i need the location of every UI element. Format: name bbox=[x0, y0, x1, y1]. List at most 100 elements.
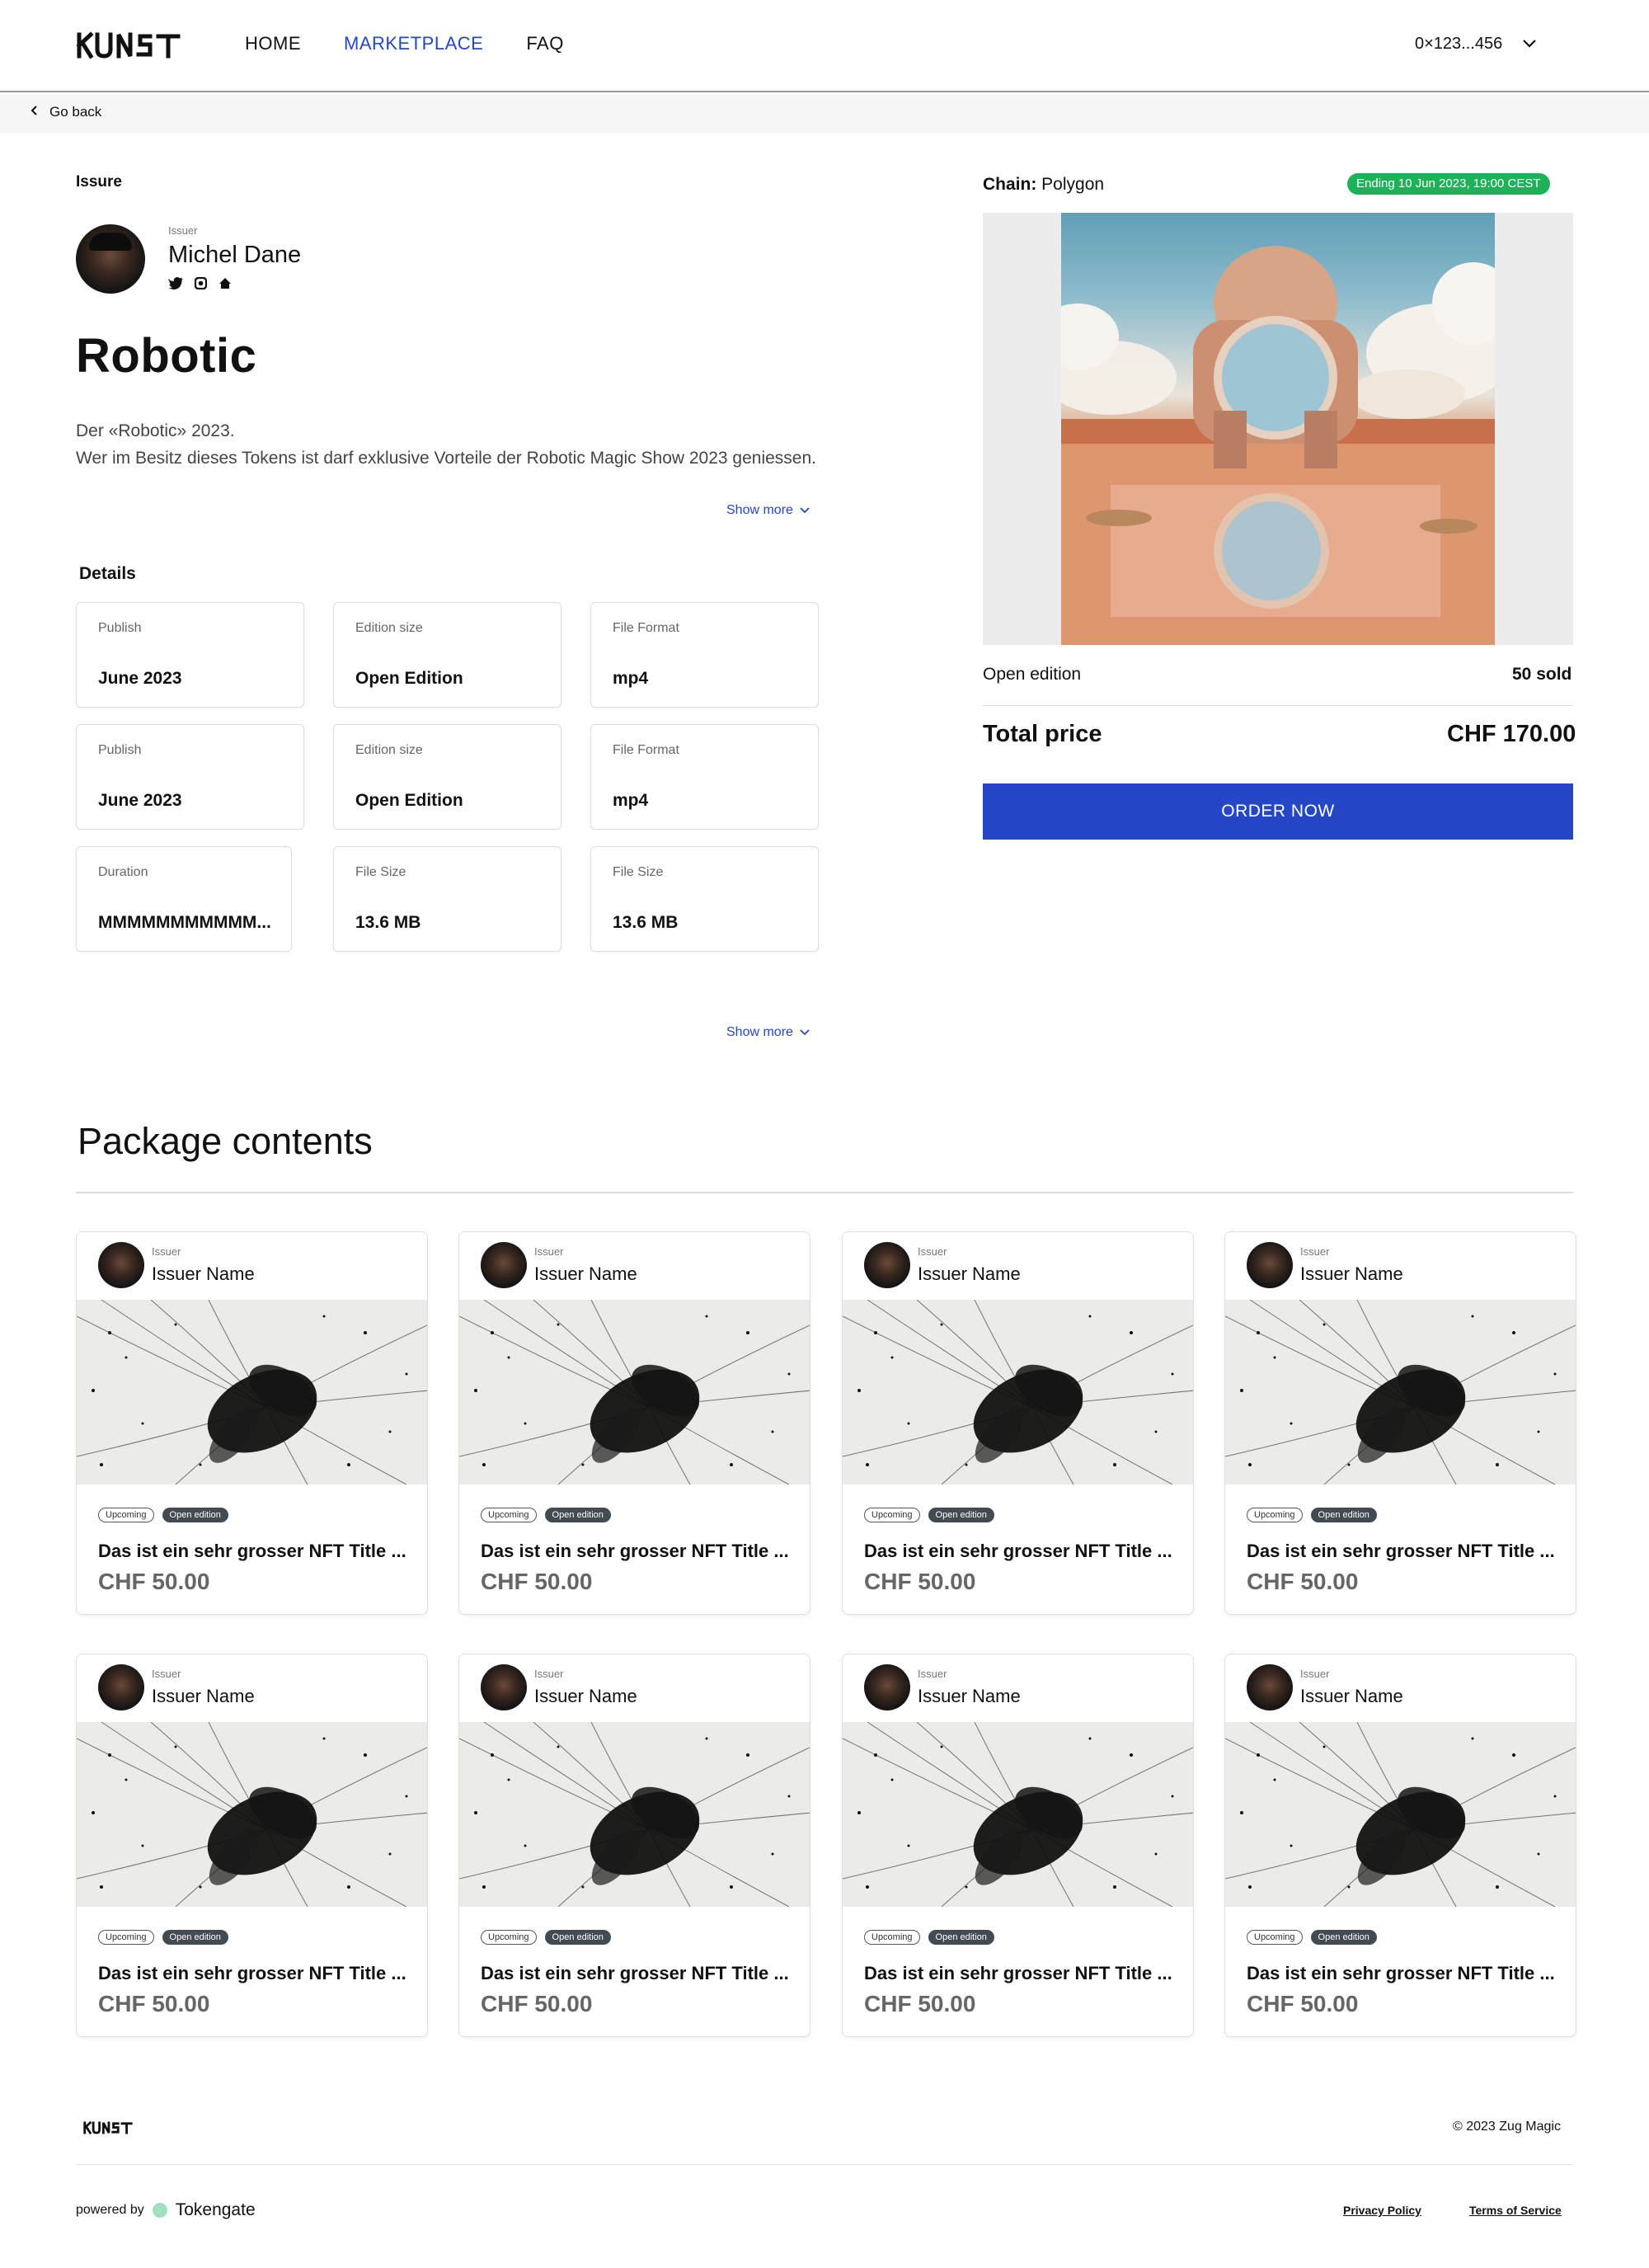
detail-card: File Format mp4 bbox=[590, 602, 819, 708]
tag-row: Upcoming Open edition bbox=[98, 1508, 228, 1522]
detail-card: Duration MMMMMMMMMMM... bbox=[76, 846, 292, 952]
issuer-name: Issuer Name bbox=[534, 1263, 637, 1284]
package-divider bbox=[76, 1192, 1573, 1193]
package-card[interactable]: Issuer Issuer Name Upcoming Open edition… bbox=[76, 1654, 428, 2037]
detail-key: Publish bbox=[98, 743, 142, 757]
package-card[interactable]: Issuer Issuer Name Upcoming Open edition… bbox=[842, 1654, 1194, 2037]
issuer-name: Issuer Name bbox=[1300, 1263, 1403, 1284]
twitter-icon[interactable] bbox=[167, 277, 183, 293]
copyright: © 2023 Zug Magic bbox=[1453, 2120, 1561, 2134]
nft-image bbox=[1225, 1300, 1576, 1485]
wallet-menu[interactable]: 0×123...456 bbox=[1415, 35, 1537, 54]
edition-label: Open edition bbox=[983, 665, 1082, 684]
nav-faq[interactable]: FAQ bbox=[526, 33, 564, 54]
package-card[interactable]: Issuer Issuer Name Upcoming Open edition… bbox=[842, 1231, 1194, 1615]
detail-value: Open Edition bbox=[355, 791, 463, 810]
nft-price: CHF 50.00 bbox=[1247, 1569, 1359, 1594]
issuer-avatar bbox=[864, 1242, 910, 1288]
instagram-icon[interactable] bbox=[194, 276, 208, 293]
show-more-description[interactable]: Show more bbox=[726, 503, 810, 518]
edition-badge: Open edition bbox=[928, 1930, 994, 1945]
detail-key: File Format bbox=[613, 743, 679, 757]
tag-row: Upcoming Open edition bbox=[864, 1508, 994, 1522]
detail-value: June 2023 bbox=[98, 669, 182, 688]
issuer-name[interactable]: Michel Dane bbox=[168, 242, 301, 269]
status-badge: Upcoming bbox=[481, 1508, 537, 1522]
package-card[interactable]: Issuer Issuer Name Upcoming Open edition… bbox=[1224, 1231, 1576, 1615]
package-card[interactable]: Issuer Issuer Name Upcoming Open edition… bbox=[458, 1231, 810, 1615]
chain-value: Polygon bbox=[1041, 175, 1105, 194]
privacy-policy-link[interactable]: Privacy Policy bbox=[1343, 2204, 1421, 2217]
issuer-caption: Issuer bbox=[152, 1668, 181, 1680]
nft-image bbox=[459, 1722, 810, 1907]
nav-marketplace[interactable]: MARKETPLACE bbox=[344, 33, 483, 54]
detail-card: Edition size Open Edition bbox=[333, 602, 561, 708]
home-icon[interactable] bbox=[218, 277, 232, 293]
issuer-caption: Issuer bbox=[1300, 1245, 1330, 1258]
detail-key: File Size bbox=[613, 865, 664, 879]
show-more-label: Show more bbox=[726, 503, 793, 517]
powered-by[interactable]: powered by Tokengate bbox=[76, 2200, 256, 2220]
issuer-avatar bbox=[98, 1242, 144, 1288]
package-contents-heading: Package contents bbox=[78, 1120, 373, 1162]
details-heading: Details bbox=[79, 564, 136, 583]
issuer-avatar bbox=[481, 1664, 527, 1710]
artwork-image[interactable] bbox=[1061, 213, 1495, 645]
detail-value: mp4 bbox=[613, 669, 649, 688]
tokengate-brand: Tokengate bbox=[175, 2200, 256, 2219]
detail-value: 13.6 MB bbox=[613, 913, 679, 932]
chevron-down-icon bbox=[800, 1025, 810, 1040]
issuer-name: Issuer Name bbox=[152, 1686, 255, 1706]
issuer-avatar bbox=[864, 1664, 910, 1710]
tag-row: Upcoming Open edition bbox=[481, 1508, 611, 1522]
nft-price: CHF 50.00 bbox=[98, 1991, 210, 2016]
nft-title: Das ist ein sehr grosser NFT Title ... bbox=[864, 1541, 1172, 1561]
footer-logo[interactable] bbox=[76, 2120, 140, 2139]
nft-image bbox=[843, 1722, 1193, 1907]
terms-of-service-link[interactable]: Terms of Service bbox=[1469, 2204, 1562, 2217]
artwork-frame bbox=[983, 213, 1573, 645]
section-label: Issure bbox=[76, 173, 122, 191]
nft-title: Das ist ein sehr grosser NFT Title ... bbox=[1247, 1541, 1555, 1561]
nft-image bbox=[459, 1300, 810, 1485]
detail-card: Publish June 2023 bbox=[76, 602, 304, 708]
detail-key: File Size bbox=[355, 865, 406, 879]
nav-home[interactable]: HOME bbox=[245, 33, 301, 54]
nft-price: CHF 50.00 bbox=[864, 1991, 976, 2016]
description: Der «Robotic» 2023. Wer im Besitz dieses… bbox=[76, 417, 818, 472]
show-more-details[interactable]: Show more bbox=[726, 1025, 810, 1040]
nft-title: Das ist ein sehr grosser NFT Title ... bbox=[481, 1963, 789, 1983]
package-card[interactable]: Issuer Issuer Name Upcoming Open edition… bbox=[458, 1654, 810, 2037]
nft-title: Das ist ein sehr grosser NFT Title ... bbox=[98, 1541, 406, 1561]
issuer-avatar bbox=[98, 1664, 144, 1710]
go-back-link[interactable]: Go back bbox=[30, 104, 101, 120]
nft-price: CHF 50.00 bbox=[481, 1569, 593, 1594]
detail-card: File Format mp4 bbox=[590, 724, 819, 830]
detail-value: mp4 bbox=[613, 791, 649, 810]
package-card[interactable]: Issuer Issuer Name Upcoming Open edition… bbox=[1224, 1654, 1576, 2037]
issuer-caption: Issuer bbox=[534, 1668, 564, 1680]
edition-badge: Open edition bbox=[162, 1930, 228, 1945]
detail-key: Edition size bbox=[355, 621, 423, 635]
edition-badge: Open edition bbox=[544, 1930, 611, 1945]
edition-badge: Open edition bbox=[162, 1508, 228, 1522]
issuer-caption: Issuer bbox=[918, 1668, 947, 1680]
detail-key: File Format bbox=[613, 621, 679, 635]
order-now-button[interactable]: ORDER NOW bbox=[983, 783, 1573, 840]
chevron-down-icon bbox=[800, 503, 810, 518]
nft-price: CHF 50.00 bbox=[98, 1569, 210, 1594]
issuer-avatar bbox=[1247, 1664, 1293, 1710]
show-more-label: Show more bbox=[726, 1025, 793, 1039]
status-badge: Upcoming bbox=[481, 1930, 537, 1945]
status-badge: Upcoming bbox=[864, 1930, 920, 1945]
package-card[interactable]: Issuer Issuer Name Upcoming Open edition… bbox=[76, 1231, 428, 1615]
sub-bar: Go back bbox=[0, 94, 1649, 134]
issuer-avatar[interactable] bbox=[76, 224, 145, 294]
nft-image bbox=[77, 1722, 427, 1907]
detail-card: File Size 13.6 MB bbox=[333, 846, 561, 952]
kunst-logo[interactable] bbox=[76, 31, 181, 59]
status-badge: Upcoming bbox=[98, 1508, 154, 1522]
issuer-caption: Issuer bbox=[534, 1245, 564, 1258]
issuer-caption: Issuer bbox=[1300, 1668, 1330, 1680]
ending-badge: Ending 10 Jun 2023, 19:00 CEST bbox=[1347, 173, 1550, 195]
